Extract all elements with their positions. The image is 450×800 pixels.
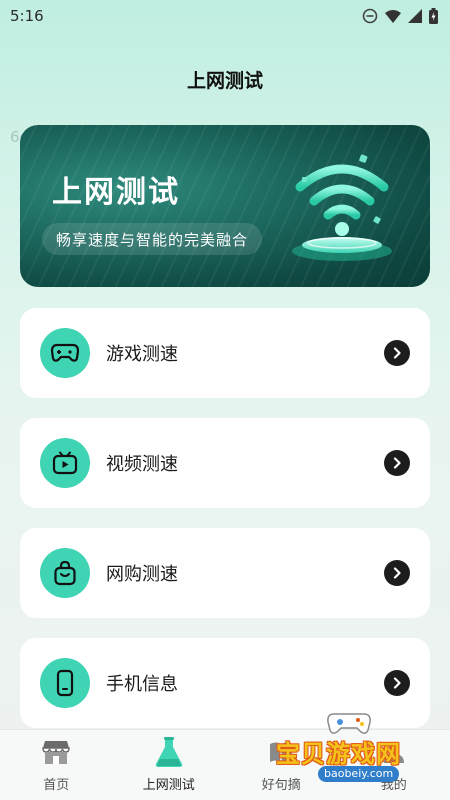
status-icons [362,8,438,24]
nav-label: 首页 [43,778,70,793]
gamepad-icon [40,328,90,378]
shopping-bag-icon [40,548,90,598]
menu-item-shopping-speed[interactable]: 网购测速 [20,528,430,618]
nav-item-speed-test[interactable]: 上网测试 [113,730,226,800]
phone-icon [40,658,90,708]
site-watermark: 宝贝游戏网 baobeiy.com [268,700,450,800]
gamepad-logo-icon [327,713,371,734]
menu-item-label: 网购测速 [106,564,178,585]
menu-item-label: 游戏测速 [106,344,178,365]
signal-icon [408,9,422,23]
battery-icon [429,8,438,24]
status-bar: 5:16 [0,0,450,32]
wifi-illustration-icon [292,154,392,261]
nav-item-home[interactable]: 首页 [0,730,113,800]
menu-item-video-speed[interactable]: 视频测速 [20,418,430,508]
flask-icon [153,736,185,768]
wifi-status-icon [385,10,401,23]
chevron-right-icon[interactable] [384,670,410,696]
site-watermark-text: 宝贝游戏网 [276,740,401,768]
site-watermark-url: baobeiy.com [318,766,400,782]
nav-label: 上网测试 [142,778,195,793]
store-icon [40,736,72,768]
page-title: 上网测试 [186,70,263,92]
banner-subtitle: 畅享速度与智能的完美融合 [42,223,263,255]
banner-title: 上网测试 [52,175,180,210]
tv-icon [40,438,90,488]
chevron-right-icon[interactable] [384,340,410,366]
menu-item-label: 手机信息 [106,674,178,695]
dnd-icon [362,8,378,24]
status-time: 5:16 [10,7,44,25]
chevron-right-icon[interactable] [384,560,410,586]
menu-item-label: 视频测速 [106,454,178,475]
chevron-right-icon[interactable] [384,450,410,476]
hero-banner[interactable]: 上网测试 畅享速度与智能的完美融合 [20,125,430,287]
menu-item-game-speed[interactable]: 游戏测速 [20,308,430,398]
